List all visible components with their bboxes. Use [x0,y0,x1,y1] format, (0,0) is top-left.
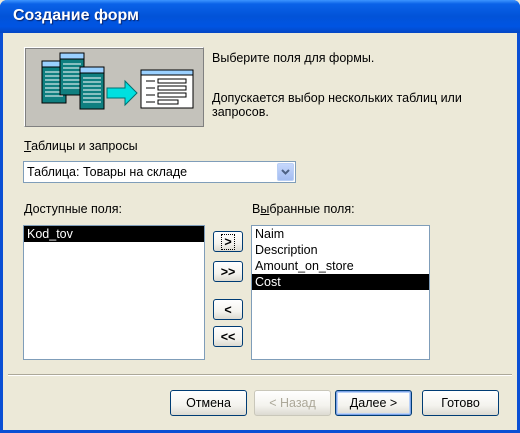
form-icon [140,69,194,109]
intro-text-1: Выберите поля для формы. [212,51,375,65]
window-title: Создание форм [13,7,139,24]
back-button[interactable]: < Назад [254,390,331,416]
tables-queries-value: Таблица: Товары на складе [27,165,188,179]
add-field-button[interactable]: > [213,231,243,252]
selected-fields-list[interactable]: Naim Description Amount_on_store Cost [251,225,430,360]
source-tables-icon [41,52,105,110]
add-all-fields-button[interactable]: >> [213,261,243,282]
title-bar[interactable]: Создание форм [0,0,520,33]
selected-fields-label: Выбранные поля: [252,202,355,216]
wizard-illustration [24,47,204,127]
tables-queries-label: Таблицы и запросы [24,139,138,153]
form-wizard-window: Создание форм Выберите поля для формы. Д… [0,0,520,433]
arrow-icon [106,79,138,107]
finish-button[interactable]: Готово [422,390,499,416]
list-item[interactable]: Description [252,242,429,258]
chevron-down-icon[interactable] [277,163,294,181]
tables-queries-select[interactable]: Таблица: Товары на складе [23,161,296,183]
list-item[interactable]: Amount_on_store [252,258,429,274]
remove-all-fields-button[interactable]: << [213,326,243,347]
list-item[interactable]: Naim [252,226,429,242]
remove-field-button[interactable]: < [213,299,243,320]
intro-text-2: Допускается выбор нескольких таблиц или … [212,91,462,119]
list-item[interactable]: Cost [252,274,429,290]
footer-divider [8,374,512,376]
next-button[interactable]: Далее > [335,390,412,416]
list-item[interactable]: Kod_tov [24,226,204,242]
available-fields-label: Доступные поля: [24,202,122,216]
cancel-button[interactable]: Отмена [170,390,247,416]
available-fields-list[interactable]: Kod_tov [23,225,205,360]
